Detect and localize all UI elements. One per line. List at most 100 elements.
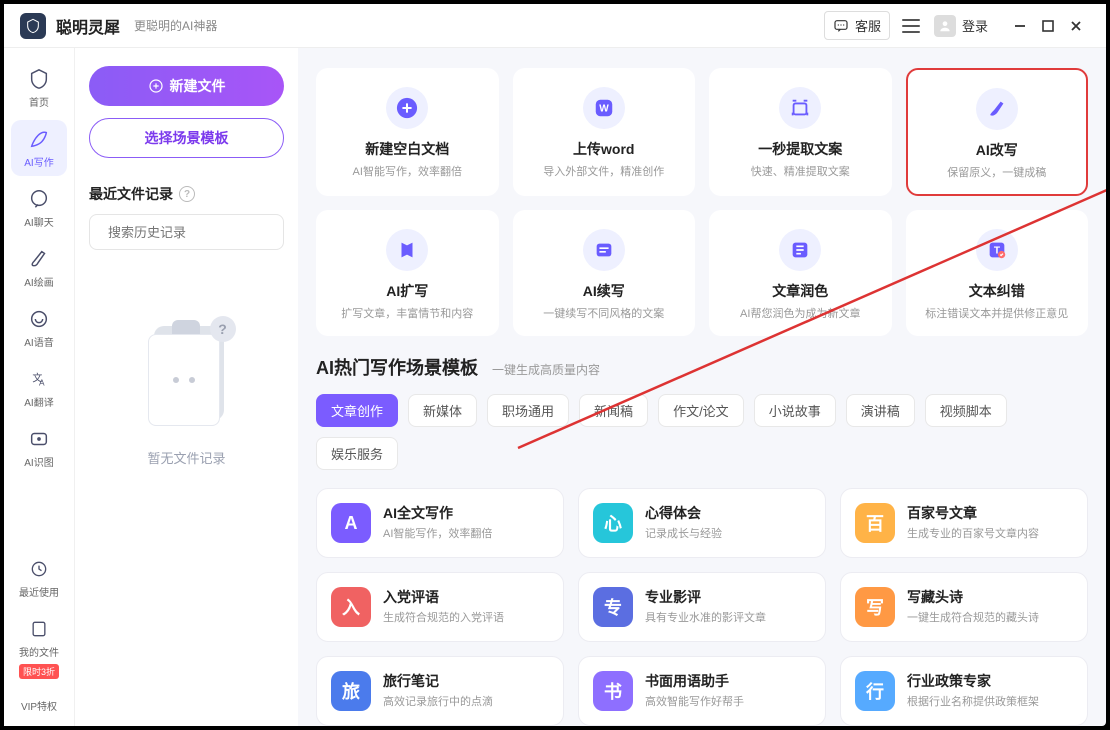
template-title: 专业影评: [645, 587, 766, 607]
app-logo: [20, 13, 46, 39]
nav-label: AI翻译: [24, 394, 53, 409]
nav-label: 最近使用: [19, 584, 59, 599]
template-card-4[interactable]: 专专业影评具有专业水准的影评文章: [578, 572, 826, 642]
brush-icon: [28, 248, 50, 270]
template-title: 心得体会: [645, 503, 722, 523]
nav-my-files[interactable]: 我的文件: [11, 610, 67, 666]
feature-card-4[interactable]: AI扩写扩写文章，丰富情节和内容: [316, 210, 499, 336]
template-card-3[interactable]: 入入党评语生成符合规范的入党评语: [316, 572, 564, 642]
customer-service-label: 客服: [855, 16, 881, 35]
tab-7[interactable]: 视频脚本: [925, 394, 1007, 427]
template-icon: 入: [331, 587, 371, 627]
title-bar: 聪明灵犀 更聪明的AI神器 客服 登录: [4, 4, 1106, 48]
window-maximize-button[interactable]: [1034, 12, 1062, 40]
new-file-label: 新建文件: [170, 76, 226, 96]
plus-icon: [386, 87, 428, 129]
section-title: AI热门写作场景模板: [316, 354, 478, 380]
template-subtitle: 生成专业的百家号文章内容: [907, 525, 1039, 541]
select-template-button[interactable]: 选择场景模板: [89, 118, 284, 158]
tab-1[interactable]: 新媒体: [408, 394, 477, 427]
nav-ai-vision[interactable]: AI识图: [11, 420, 67, 476]
card-title: AI续写: [583, 281, 625, 301]
template-icon: 百: [855, 503, 895, 543]
template-title: 行业政策专家: [907, 671, 1039, 691]
chat-bubble-icon: [28, 188, 50, 210]
main-content: 新建空白文档AI智能写作，效率翻倍W上传word导入外部文件，精准创作一秒提取文…: [298, 48, 1106, 726]
plus-circle-icon: [148, 78, 164, 94]
nav-home[interactable]: 首页: [11, 60, 67, 116]
card-title: 文本纠错: [969, 281, 1025, 301]
template-subtitle: 具有专业水准的影评文章: [645, 609, 766, 625]
empty-text: 暂无文件记录: [147, 448, 225, 467]
template-subtitle: 一键生成符合规范的藏头诗: [907, 609, 1039, 625]
search-box[interactable]: [89, 214, 284, 250]
help-icon[interactable]: ?: [179, 186, 195, 202]
card-subtitle: 一键续写不同风格的文案: [543, 305, 664, 321]
nav-recent[interactable]: 最近使用: [11, 550, 67, 606]
feature-card-6[interactable]: 文章润色 AI帮您润色为成为新文章: [709, 210, 892, 336]
template-card-0[interactable]: AAI全文写作AI智能写作，效率翻倍: [316, 488, 564, 558]
extract-icon: [779, 87, 821, 129]
feature-card-5[interactable]: AI续写一键续写不同风格的文案: [513, 210, 696, 336]
login-button[interactable]: 登录: [962, 16, 988, 35]
tab-6[interactable]: 演讲稿: [846, 394, 915, 427]
search-input[interactable]: [108, 225, 284, 240]
window-close-button[interactable]: [1062, 12, 1090, 40]
feather-icon: [976, 88, 1018, 130]
menu-icon[interactable]: [902, 19, 920, 33]
template-icon: A: [331, 503, 371, 543]
nav-ai-write[interactable]: AI写作: [11, 120, 67, 176]
feature-card-3[interactable]: AI改写保留原义，一键成稿: [906, 68, 1089, 196]
home-icon: [28, 68, 50, 90]
feature-card-7[interactable]: T文本纠错标注错误文本并提供修正意见: [906, 210, 1089, 336]
template-card-7[interactable]: 书书面用语助手高效智能写作好帮手: [578, 656, 826, 726]
nav-label: VIP特权: [21, 698, 57, 713]
card-title: 一秒提取文案: [758, 139, 842, 159]
template-subtitle: 高效智能写作好帮手: [645, 693, 744, 709]
new-file-button[interactable]: 新建文件: [89, 66, 284, 106]
card-subtitle: 快速、精准提取文案: [751, 163, 850, 179]
nav-label: AI识图: [24, 454, 53, 469]
tab-8[interactable]: 娱乐服务: [316, 437, 398, 470]
feature-card-1[interactable]: W上传word导入外部文件，精准创作: [513, 68, 696, 196]
tab-2[interactable]: 职场通用: [487, 394, 569, 427]
tab-3[interactable]: 新闻稿: [579, 394, 648, 427]
nav-label: AI聊天: [24, 214, 53, 229]
template-title: AI全文写作: [383, 503, 492, 523]
tab-5[interactable]: 小说故事: [754, 394, 836, 427]
voice-icon: [28, 308, 50, 330]
card-title: 文章润色: [772, 281, 828, 301]
card-title: 上传word: [573, 139, 634, 159]
discount-badge: 限时3折: [19, 664, 59, 679]
template-card-1[interactable]: 心心得体会记录成长与经验: [578, 488, 826, 558]
nav-ai-draw[interactable]: AI绘画: [11, 240, 67, 296]
customer-service-button[interactable]: 客服: [824, 11, 890, 40]
card-title: AI改写: [976, 140, 1018, 160]
empty-state: ? 暂无文件记录: [89, 320, 284, 708]
nav-ai-translate[interactable]: 文A AI翻译: [11, 360, 67, 416]
tab-0[interactable]: 文章创作: [316, 394, 398, 427]
template-card-2[interactable]: 百百家号文章生成专业的百家号文章内容: [840, 488, 1088, 558]
nav-label: 我的文件: [19, 644, 59, 659]
feature-card-0[interactable]: 新建空白文档AI智能写作，效率翻倍: [316, 68, 499, 196]
template-card-8[interactable]: 行行业政策专家根据行业名称提供政策框架: [840, 656, 1088, 726]
continue-icon: [583, 229, 625, 271]
template-title: 旅行笔记: [383, 671, 493, 691]
nav-vip[interactable]: 限时3折 VIP特权: [11, 670, 67, 726]
word-icon: W: [583, 87, 625, 129]
template-icon: 旅: [331, 671, 371, 711]
nav-ai-voice[interactable]: AI语音: [11, 300, 67, 356]
tab-4[interactable]: 作文/论文: [658, 394, 744, 427]
translate-icon: 文A: [28, 368, 50, 390]
template-card-6[interactable]: 旅旅行笔记高效记录旅行中的点滴: [316, 656, 564, 726]
nav-ai-chat[interactable]: AI聊天: [11, 180, 67, 236]
feature-card-2[interactable]: 一秒提取文案快速、精准提取文案: [709, 68, 892, 196]
clock-icon: [28, 558, 50, 580]
app-title: 聪明灵犀: [56, 14, 120, 38]
correct-icon: T: [976, 229, 1018, 271]
file-icon: [28, 618, 50, 640]
window-minimize-button[interactable]: [1006, 12, 1034, 40]
avatar-icon: [934, 15, 956, 37]
template-card-5[interactable]: 写写藏头诗一键生成符合规范的藏头诗: [840, 572, 1088, 642]
card-subtitle: AI帮您润色为成为新文章: [740, 305, 860, 321]
